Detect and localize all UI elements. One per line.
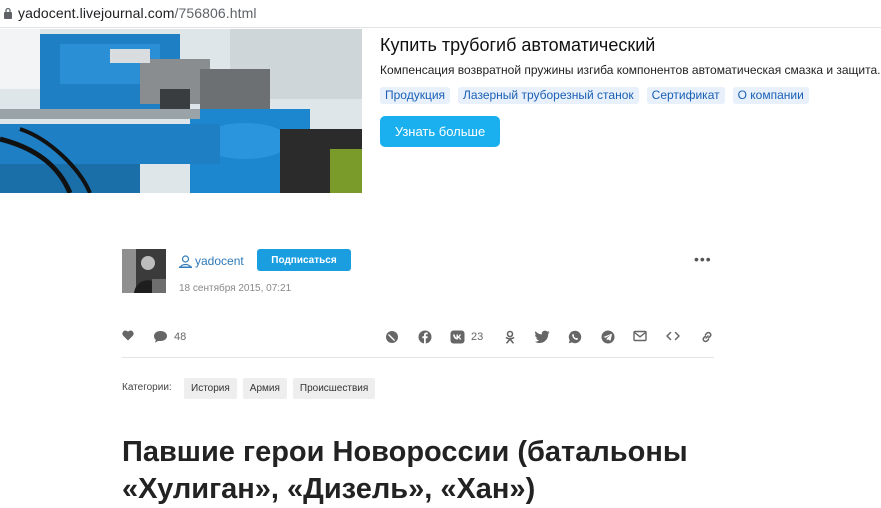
vk-share-count: 23 [471,331,484,343]
categories-label: Категории: [122,382,172,393]
whatsapp-icon [568,330,582,344]
tube-bender-illustration [0,29,362,193]
share-whatsapp-button[interactable] [568,330,582,344]
share-vk-button[interactable]: 23 [450,330,483,344]
learn-more-button[interactable]: Узнать больше [380,116,500,147]
avatar-image [122,249,166,293]
user-icon [179,254,192,268]
facebook-icon [418,330,432,344]
link-icon [702,331,712,343]
subscribe-button[interactable]: Подписаться [257,249,351,271]
post-date: 18 сентября 2015, 07:21 [179,283,292,294]
author-block: yadocent [179,254,244,268]
share-telegram-button[interactable] [601,330,615,344]
odnoklassniki-icon [505,330,515,344]
ad-image[interactable] [0,29,362,193]
telegram-icon [601,330,615,344]
comments-button[interactable]: 48 [153,330,186,343]
comment-icon [154,331,167,343]
ad-tag-laser-cutter[interactable]: Лазерный труборезный станок [458,87,639,104]
lock-icon [4,7,12,19]
share-email-button[interactable] [633,330,647,342]
like-button[interactable] [122,330,134,341]
ad-tags: Продукция Лазерный труборезный станок Се… [380,87,809,104]
post-title: Павшие герои Новороссии (батальоны «Хули… [122,436,688,505]
share-ok-button[interactable] [504,330,516,344]
ad-tag-certificate[interactable]: Сертификат [646,87,725,104]
url-text[interactable]: yadocent.livejournal.com/756806.html [18,5,257,21]
livejournal-icon [386,331,398,343]
ad-title[interactable]: Купить трубогиб автоматический [380,35,655,56]
embed-button[interactable] [666,330,680,342]
more-options-icon[interactable]: ••• [694,252,712,266]
vk-icon [450,330,465,344]
category-history[interactable]: История [184,378,237,399]
share-twitter-button[interactable] [535,330,550,343]
post-actions: 48 23 [122,330,714,348]
author-username-link[interactable]: yadocent [195,254,244,268]
twitter-icon [535,330,550,343]
ad-tag-products[interactable]: Продукция [380,87,451,104]
address-bar[interactable]: yadocent.livejournal.com/756806.html [0,0,881,28]
share-lj-button[interactable] [385,330,399,344]
heart-icon [122,330,134,341]
share-facebook-button[interactable] [418,330,432,344]
copy-link-button[interactable] [700,330,714,344]
mail-icon [633,330,647,342]
comments-count: 48 [174,330,187,343]
category-army[interactable]: Армия [242,378,287,399]
actions-divider [122,357,714,358]
ad-description: Компенсация возвратной пружины изгиба ко… [380,63,881,77]
categories-list: История Армия Происшествия [184,378,376,399]
avatar[interactable] [122,249,166,293]
category-incidents[interactable]: Происшествия [292,378,376,399]
ad-tag-about[interactable]: О компании [732,87,809,104]
code-icon [666,331,680,341]
